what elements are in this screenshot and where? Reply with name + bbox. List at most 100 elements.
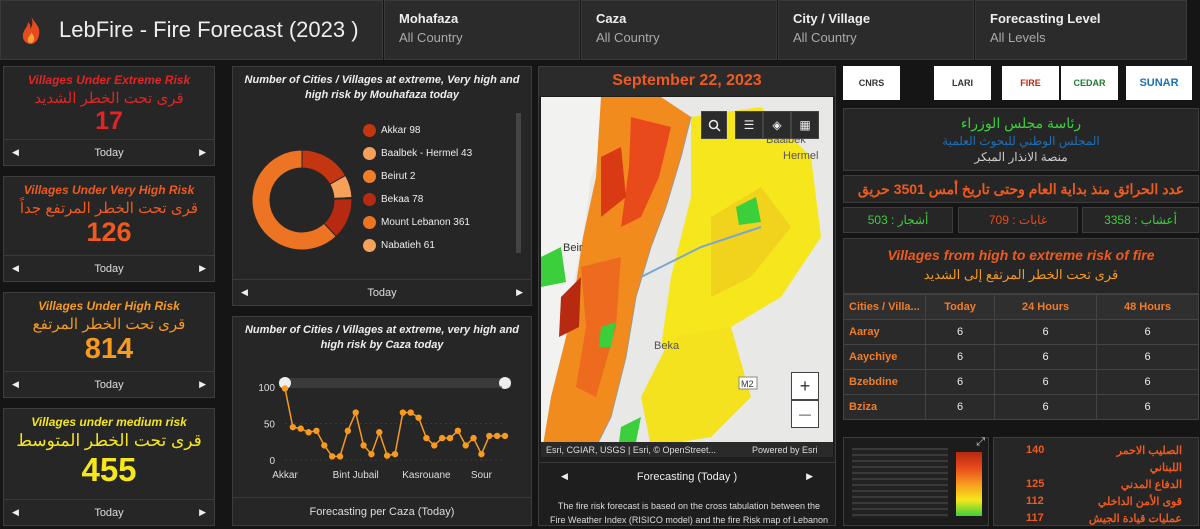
data-point[interactable] <box>454 427 462 434</box>
data-point[interactable] <box>336 453 344 460</box>
legend-item[interactable]: Akkar 98 <box>363 119 472 142</box>
data-point[interactable] <box>376 429 383 436</box>
basemap-gallery-icon[interactable]: ▦ <box>791 111 819 139</box>
expand-icon[interactable]: ⤢ <box>976 436 985 449</box>
village-name: Bziza <box>843 394 926 420</box>
filter-caza[interactable]: Caza All Country <box>581 0 777 60</box>
table-row[interactable]: Aaychiye 6 6 6 <box>843 344 1199 370</box>
data-point[interactable] <box>328 453 336 460</box>
data-point[interactable] <box>368 450 375 458</box>
filter-mohafaza[interactable]: Mohafaza All Country <box>384 0 580 60</box>
risk-legend-image[interactable]: ⤢ <box>843 436 989 526</box>
legend-label: Akkar 98 <box>381 125 421 136</box>
prev-arrow-icon[interactable]: ◀ <box>12 379 19 390</box>
data-point[interactable] <box>407 409 414 416</box>
card-title-ar: قرى تحت الخطر المرتفع جداً <box>19 200 199 217</box>
partner-logos: CNRS LARI FIRE CEDAR SUNAR <box>843 66 1199 102</box>
table-row[interactable]: Bzebdine 6 6 6 <box>843 369 1199 395</box>
next-arrow-icon[interactable]: ▶ <box>516 287 523 298</box>
column-header[interactable]: 24 Hours <box>994 294 1098 320</box>
period-label: Today <box>94 146 124 159</box>
data-point[interactable] <box>281 385 289 392</box>
donut-chart <box>251 149 353 251</box>
fire-risk-map[interactable]: Baalbek Hermel Beir Beka M2 Esri, CGIAR,… <box>541 97 833 457</box>
prev-arrow-icon[interactable]: ◀ <box>241 287 248 298</box>
legend-item[interactable]: Baalbek - Hermel 43 <box>363 142 472 165</box>
filter-label: Forecasting Level <box>990 11 1101 26</box>
data-point[interactable] <box>431 442 438 449</box>
filter-forecasting-level[interactable]: Forecasting Level All Levels <box>975 0 1187 60</box>
data-point[interactable] <box>321 442 328 449</box>
table-row[interactable]: Bziza 6 6 6 <box>843 394 1199 420</box>
legend-item[interactable]: Nabatieh 61 <box>363 234 472 257</box>
logo-sunar: SUNAR <box>1126 66 1192 100</box>
donut-title: Number of Cities / Villages at extreme, … <box>244 74 520 101</box>
data-point[interactable] <box>415 414 422 421</box>
data-point[interactable] <box>313 427 320 434</box>
next-arrow-icon[interactable]: ▶ <box>199 379 206 390</box>
contact-label: قوى الأمن الداخلي <box>1097 496 1182 508</box>
cell: 6 <box>994 344 1098 370</box>
zoom-in-button[interactable]: + <box>791 372 819 400</box>
column-header[interactable]: Cities / Villa... <box>843 294 926 320</box>
data-point[interactable] <box>344 427 352 434</box>
x-tick-label: Kasrouane <box>402 470 451 481</box>
map-date: September 22, 2023 <box>539 67 835 96</box>
data-point[interactable] <box>391 450 399 458</box>
map-label: Hermel <box>783 150 818 162</box>
contact-row: 117 عمليات قيادة الجيش <box>994 508 1198 525</box>
legend-item[interactable]: Mount Lebanon 361 <box>363 211 472 234</box>
data-point[interactable] <box>470 434 477 442</box>
powered-by: Powered by Esri <box>752 445 818 455</box>
data-point[interactable] <box>399 409 407 416</box>
prev-arrow-icon[interactable]: ◀ <box>12 507 19 518</box>
legend-item[interactable]: Bekaa 78 <box>363 188 472 211</box>
forests-count: غابات : 709 <box>958 207 1078 233</box>
data-point[interactable] <box>297 425 304 432</box>
data-point[interactable] <box>493 432 501 440</box>
data-point[interactable] <box>383 452 391 459</box>
period-label: Today <box>94 506 124 519</box>
prev-arrow-icon[interactable]: ◀ <box>12 147 19 158</box>
cell: 6 <box>1096 394 1199 420</box>
legend-item[interactable]: Beirut 2 <box>363 165 472 188</box>
data-point[interactable] <box>360 442 367 449</box>
layers-icon[interactable]: ◈ <box>763 111 791 139</box>
next-arrow-icon[interactable]: ▶ <box>199 147 206 158</box>
next-arrow-icon[interactable]: ▶ <box>199 507 206 518</box>
data-point[interactable] <box>352 409 359 416</box>
next-arrow-icon[interactable]: ▶ <box>199 263 206 274</box>
prev-arrow-icon[interactable]: ◀ <box>561 471 568 482</box>
filter-value: All Country <box>596 30 660 45</box>
trees-count: أشجار : 503 <box>843 207 953 233</box>
legend-label: Bekaa 78 <box>381 194 424 205</box>
filter-value: All Levels <box>990 30 1046 45</box>
column-header[interactable]: 48 Hours <box>1096 294 1199 320</box>
data-point[interactable] <box>462 442 469 449</box>
data-point[interactable] <box>289 423 297 431</box>
scrollbar[interactable] <box>516 113 521 253</box>
next-arrow-icon[interactable]: ▶ <box>806 471 813 482</box>
prev-arrow-icon[interactable]: ◀ <box>12 263 19 274</box>
data-point[interactable] <box>501 432 509 440</box>
data-point[interactable] <box>478 450 485 458</box>
filter-city-village[interactable]: City / Village All Country <box>778 0 974 60</box>
legend-swatch <box>363 239 376 252</box>
logo-cedar: CEDAR <box>1061 66 1118 100</box>
period-label: Today <box>367 286 397 299</box>
zoom-out-button[interactable]: — <box>791 400 819 428</box>
data-point[interactable] <box>305 429 312 436</box>
data-point[interactable] <box>423 434 430 442</box>
logo-cnrs: CNRS <box>843 66 900 100</box>
fires-headline: عدد الحرائق منذ بداية العام وحتى تاريخ أ… <box>843 175 1199 203</box>
villages-table: Cities / Villa... Today 24 Hours 48 Hour… <box>843 294 1199 420</box>
data-point[interactable] <box>446 434 454 442</box>
table-row[interactable]: Aaray 6 6 6 <box>843 319 1199 345</box>
data-point[interactable] <box>438 434 446 442</box>
search-icon[interactable] <box>701 111 727 139</box>
x-tick-label: Akkar <box>272 470 298 481</box>
filter-value: All Country <box>399 30 463 45</box>
legend-list-icon[interactable]: ☰ <box>735 111 763 139</box>
data-point[interactable] <box>486 432 493 440</box>
column-header[interactable]: Today <box>924 294 996 320</box>
